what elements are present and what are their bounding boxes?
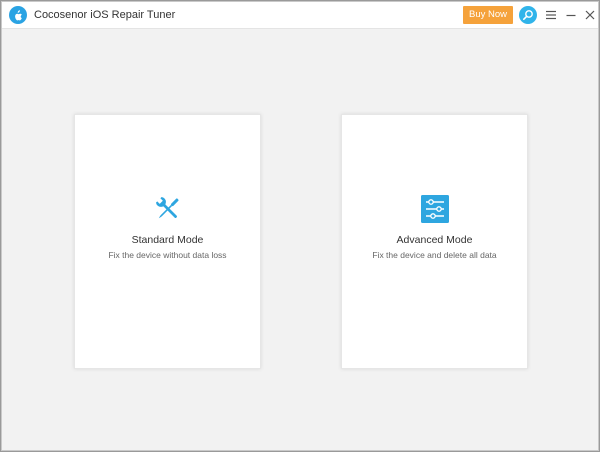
search-icon: [522, 10, 533, 20]
tools-icon: [155, 196, 179, 219]
title-bar: Cocosenor iOS Repair Tuner Buy Now: [2, 2, 598, 29]
advanced-mode-description: Fix the device and delete all data: [372, 250, 497, 260]
menu-icon[interactable]: [544, 8, 558, 22]
advanced-mode-card[interactable]: Advanced Mode Fix the device and delete …: [341, 114, 528, 369]
standard-mode-description: Fix the device without data loss: [108, 250, 227, 260]
standard-mode-card[interactable]: Standard Mode Fix the device without dat…: [74, 114, 261, 369]
minimize-icon[interactable]: [564, 8, 578, 22]
search-button[interactable]: [519, 6, 537, 24]
close-icon[interactable]: [583, 8, 597, 22]
advanced-mode-title: Advanced Mode: [396, 234, 473, 246]
apple-logo-icon: [9, 6, 27, 24]
buy-now-button[interactable]: Buy Now: [463, 6, 513, 24]
standard-mode-title: Standard Mode: [131, 234, 204, 246]
app-title: Cocosenor iOS Repair Tuner: [34, 9, 176, 21]
app-window: Cocosenor iOS Repair Tuner Buy Now Stand…: [1, 1, 599, 451]
sliders-icon: [420, 195, 449, 223]
